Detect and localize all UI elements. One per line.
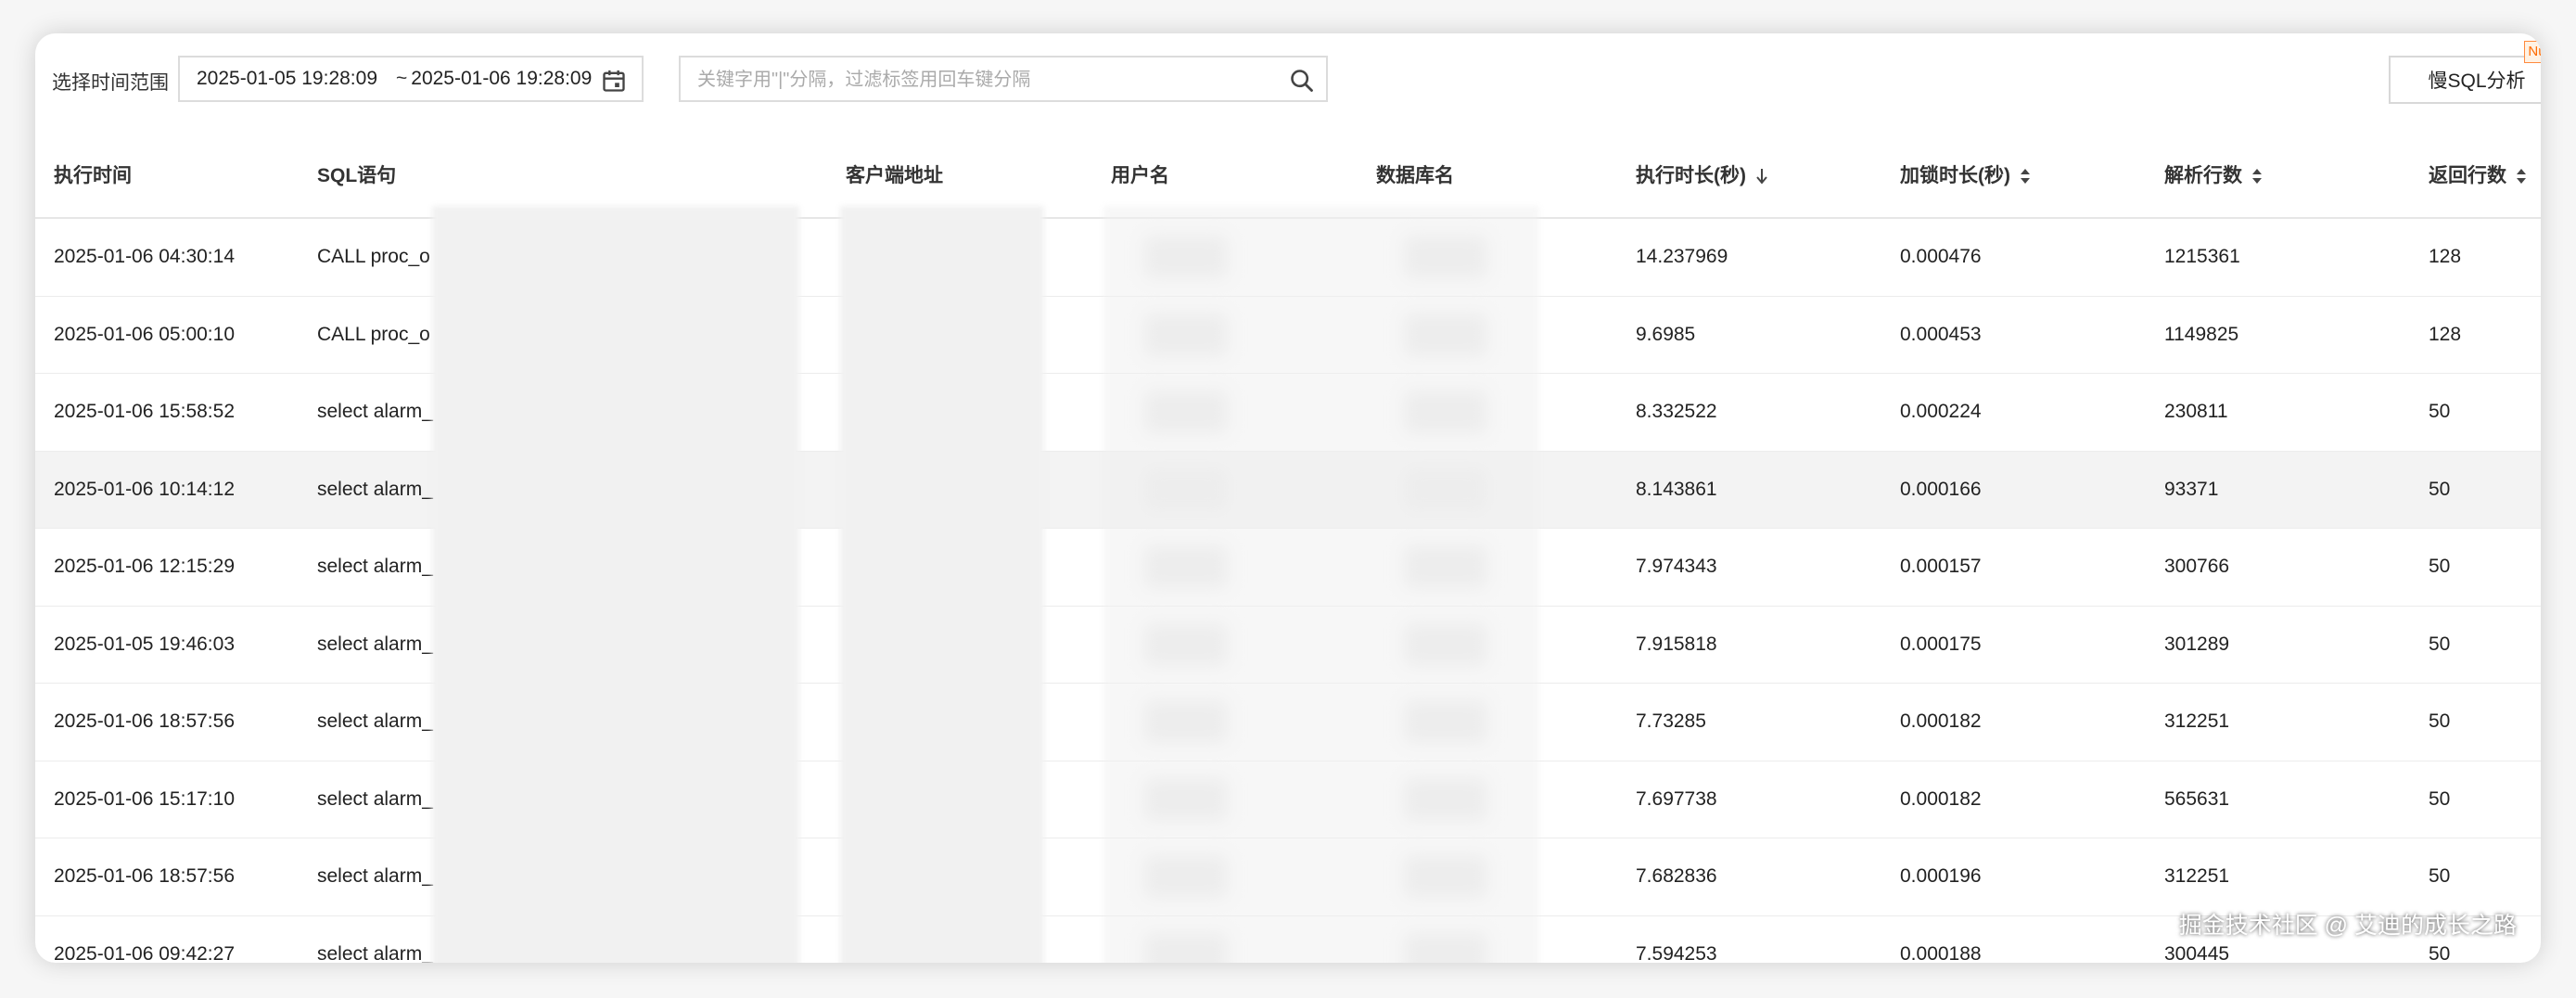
sort-desc-icon[interactable] [1755, 167, 1768, 186]
end-time: 2025-01-06 19:28:09 [411, 68, 593, 89]
col-duration: 执行时长(秒) [1636, 165, 1746, 186]
col-exec-time: 执行时间 [54, 165, 132, 186]
cell-parsed-rows: 1215361 [2164, 246, 2240, 267]
redaction-mask [1103, 206, 1539, 963]
cell-exec-time: 2025-01-06 09:42:27 [54, 942, 235, 964]
cell-exec-time: 2025-01-06 15:17:10 [54, 787, 235, 810]
start-time: 2025-01-05 19:28:09 [197, 68, 377, 89]
cell-parsed-rows: 93371 [2164, 478, 2219, 500]
time-range-label: 选择时间范围 [52, 72, 169, 94]
cell-duration: 14.237969 [1636, 246, 1728, 267]
cell-sql[interactable]: select alarm_ [317, 607, 433, 683]
cell-parsed-rows: 565631 [2164, 787, 2230, 810]
cell-lock: 0.000188 [1900, 942, 1982, 964]
cell-duration: 7.915818 [1636, 633, 1717, 655]
col-username: 用户名 [1111, 165, 1169, 186]
cell-lock: 0.000175 [1900, 633, 1982, 655]
col-returned-header[interactable]: 返回行数 [2429, 135, 2527, 217]
new-badge: Nu [2524, 41, 2541, 63]
cell-exec-time: 2025-01-06 05:00:10 [54, 323, 235, 345]
cell-lock: 0.000476 [1900, 246, 1982, 267]
cell-exec-time: 2025-01-06 12:15:29 [54, 556, 235, 577]
cell-duration: 7.682836 [1636, 865, 1717, 887]
col-parsed-header[interactable]: 解析行数 [2164, 135, 2263, 217]
col-client-address: 客户端地址 [846, 165, 943, 186]
redaction-mask [840, 206, 1044, 963]
cell-parsed-rows: 312251 [2164, 865, 2230, 887]
calendar-icon[interactable] [601, 68, 627, 94]
cell-exec-time: 2025-01-06 04:30:14 [54, 246, 235, 267]
col-sql: SQL语句 [317, 165, 397, 186]
cell-sql[interactable]: CALL proc_o [317, 297, 430, 373]
cell-returned-rows: 50 [2429, 865, 2451, 887]
cell-lock: 0.000166 [1900, 478, 1982, 500]
cell-lock: 0.000196 [1900, 865, 1982, 887]
cell-sql[interactable]: select alarm_ [317, 916, 433, 964]
cell-returned-rows: 50 [2429, 633, 2451, 655]
cell-exec-time: 2025-01-06 15:58:52 [54, 401, 235, 422]
watermark: 掘金技术社区 @ 艾迪的成长之路 [2178, 913, 2517, 939]
col-returned-rows: 返回行数 [2429, 165, 2506, 186]
cell-parsed-rows: 301289 [2164, 633, 2230, 655]
cell-duration: 7.974343 [1636, 556, 1717, 577]
col-parsed-rows: 解析行数 [2164, 165, 2242, 186]
cell-parsed-rows: 312251 [2164, 710, 2230, 732]
cell-lock: 0.000182 [1900, 787, 1982, 810]
keyword-search [679, 56, 1328, 102]
time-range-picker[interactable]: 2025-01-05 19:28:09 ~ 2025-01-06 19:28:0… [178, 56, 644, 102]
cell-returned-rows: 50 [2429, 478, 2451, 500]
cell-exec-time: 2025-01-06 18:57:56 [54, 710, 235, 732]
cell-parsed-rows: 300766 [2164, 556, 2230, 577]
cell-sql[interactable]: select alarm_ [317, 452, 433, 528]
cell-returned-rows: 50 [2429, 710, 2451, 732]
sort-icon[interactable] [2020, 167, 2031, 186]
cell-returned-rows: 50 [2429, 401, 2451, 422]
cell-duration: 9.6985 [1636, 323, 1696, 345]
col-duration-header[interactable]: 执行时长(秒) [1636, 135, 1768, 217]
cell-sql[interactable]: select alarm_ [317, 684, 433, 760]
cell-duration: 8.143861 [1636, 478, 1717, 500]
col-lock: 加锁时长(秒) [1900, 165, 2010, 186]
cell-lock: 0.000453 [1900, 323, 1982, 345]
cell-parsed-rows: 230811 [2164, 401, 2228, 422]
cell-sql[interactable]: CALL proc_o [317, 219, 430, 295]
cell-sql[interactable]: select alarm_ [317, 529, 433, 605]
col-database: 数据库名 [1376, 165, 1454, 186]
slow-sql-analysis-button[interactable]: 慢SQL分析 [2389, 56, 2541, 104]
redaction-mask [432, 206, 799, 963]
cell-lock: 0.000182 [1900, 710, 1982, 732]
cell-returned-rows: 50 [2429, 787, 2451, 810]
cell-duration: 7.73285 [1636, 710, 1706, 732]
cell-exec-time: 2025-01-06 18:57:56 [54, 865, 235, 887]
cell-parsed-rows: 1149825 [2164, 323, 2239, 345]
sort-icon[interactable] [2251, 167, 2263, 186]
cell-sql[interactable]: select alarm_ [317, 374, 433, 450]
slow-sql-panel: 选择时间范围 2025-01-05 19:28:09 ~ 2025-01-06 … [35, 33, 2541, 963]
cell-returned-rows: 50 [2429, 556, 2451, 577]
cell-sql[interactable]: select alarm_ [317, 838, 433, 915]
cell-lock: 0.000157 [1900, 556, 1982, 577]
cell-returned-rows: 128 [2429, 246, 2462, 267]
col-lock-header[interactable]: 加锁时长(秒) [1900, 135, 2031, 217]
cell-duration: 7.594253 [1636, 942, 1717, 964]
cell-duration: 8.332522 [1636, 401, 1717, 422]
search-icon[interactable] [1289, 68, 1315, 94]
range-separator: ~ [396, 68, 408, 89]
cell-exec-time: 2025-01-05 19:46:03 [54, 633, 235, 655]
cell-returned-rows: 128 [2429, 323, 2462, 345]
cell-exec-time: 2025-01-06 10:14:12 [54, 478, 235, 500]
sort-icon[interactable] [2516, 167, 2527, 186]
cell-sql[interactable]: select alarm_ [317, 761, 433, 838]
cell-duration: 7.697738 [1636, 787, 1717, 810]
search-input[interactable] [681, 58, 1274, 102]
cell-lock: 0.000224 [1900, 401, 1982, 422]
